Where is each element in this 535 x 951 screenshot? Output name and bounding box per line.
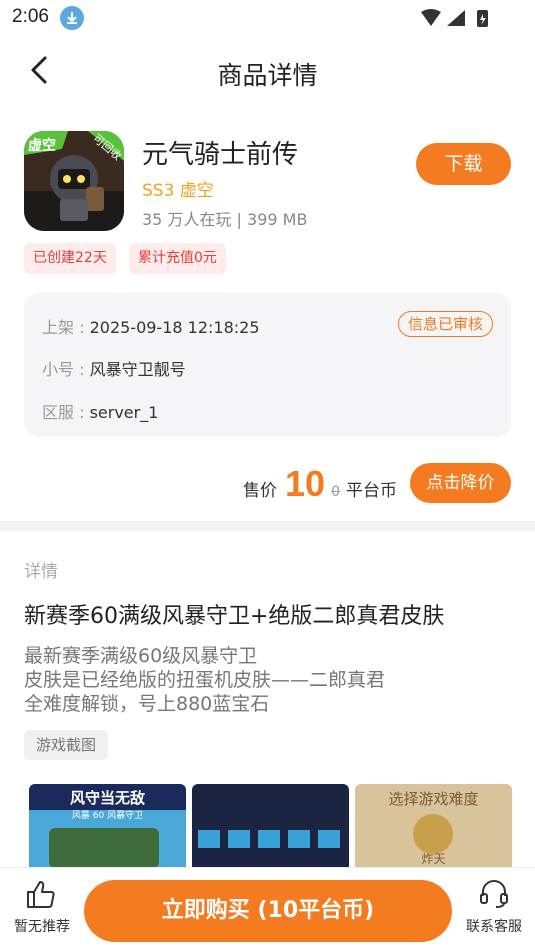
info-value: 2025-09-18 12:18:25 <box>89 318 260 337</box>
screenshot-sub: 炸天 <box>421 852 446 866</box>
info-row-listed: 上架 : 2025-09-18 12:18:25 <box>42 314 260 338</box>
info-label: 小号 : <box>42 360 90 379</box>
screenshot-1[interactable]: 风守当无敌 风暴 60 风暴守卫 <box>29 784 186 874</box>
price-original: 0 <box>331 484 340 500</box>
price-cut-button[interactable]: 点击降价 <box>410 463 511 503</box>
icon-badge-left: 虚空 <box>28 138 56 154</box>
info-value: server_1 <box>89 403 159 422</box>
bottom-bar: 暂无推荐 立即购买 (10平台币) 联系客服 <box>0 867 535 951</box>
screenshot-art <box>49 828 159 868</box>
info-row-server: 区服 : server_1 <box>42 399 158 423</box>
app-name: 元气骑士前传 <box>142 140 299 170</box>
verified-badge: 信息已审核 <box>397 311 493 337</box>
detail-title: 新赛季60满级风暴守卫+绝版二郎真君皮肤 <box>24 604 445 629</box>
tag-created: 已创建22天 <box>24 243 116 274</box>
screenshot-2[interactable] <box>192 784 349 874</box>
desc-line: 全难度解锁，号上880蓝宝石 <box>24 693 270 715</box>
status-time: 2:06 <box>12 6 49 27</box>
screenshot-sub: 风暴 60 风暴守卫 <box>71 811 144 821</box>
download-status-icon <box>60 6 84 30</box>
customer-service-label: 联系客服 <box>466 919 522 935</box>
app-icon: 虚空 可回收 <box>24 131 124 231</box>
info-row-account: 小号 : 风暴守卫靓号 <box>42 356 186 380</box>
buy-now-button[interactable]: 立即购买 (10平台币) <box>84 880 452 942</box>
info-label: 区服 : <box>42 403 90 422</box>
tag-recharge: 累计充值0元 <box>129 243 226 274</box>
price-amount: 10 <box>285 463 326 504</box>
recommend-label: 暂无推荐 <box>14 919 70 935</box>
signal-icons <box>421 9 488 27</box>
info-label: 上架 : <box>42 318 90 337</box>
screenshots-label: 游戏截图 <box>24 730 109 760</box>
price-unit: 平台币 <box>346 481 397 501</box>
info-card: 上架 : 2025-09-18 12:18:25 小号 : 风暴守卫靓号 区服 … <box>24 293 511 437</box>
detail-description: 最新赛季满级60级风暴守卫 皮肤是已经绝版的扭蛋机皮肤——二郎真君 全难度解锁，… <box>24 644 385 716</box>
screenshot-3[interactable]: 选择游戏难度 炸天 <box>355 784 512 874</box>
recommend-button[interactable]: 暂无推荐 <box>2 878 82 936</box>
price-label: 售价 <box>243 481 278 501</box>
section-divider <box>0 521 535 531</box>
headset-icon <box>480 880 508 908</box>
desc-line: 皮肤是已经绝版的扭蛋机皮肤——二郎真君 <box>24 669 386 691</box>
download-button[interactable]: 下载 <box>416 143 511 185</box>
status-bar: 2:06 <box>0 0 535 36</box>
price-line: 售价 10 0 平台币 <box>243 463 397 504</box>
app-meta: 35 万人在玩 | 399 MB <box>142 210 308 229</box>
screenshot-caption: 选择游戏难度 <box>388 790 479 808</box>
detail-section-label: 详情 <box>24 562 58 582</box>
info-value: 风暴守卫靓号 <box>89 360 186 379</box>
screenshot-art <box>198 828 343 850</box>
desc-line: 最新赛季满级60级风暴守卫 <box>24 645 258 667</box>
customer-service-button[interactable]: 联系客服 <box>454 878 534 936</box>
screenshot-art <box>413 814 453 854</box>
screenshot-caption: 风守当无敌 <box>69 789 145 807</box>
page-title: 商品详情 <box>217 61 318 90</box>
app-server: SS3 虚空 <box>142 181 214 201</box>
thumbs-up-icon <box>27 881 55 908</box>
nav-bar: 商品详情 <box>0 36 535 108</box>
